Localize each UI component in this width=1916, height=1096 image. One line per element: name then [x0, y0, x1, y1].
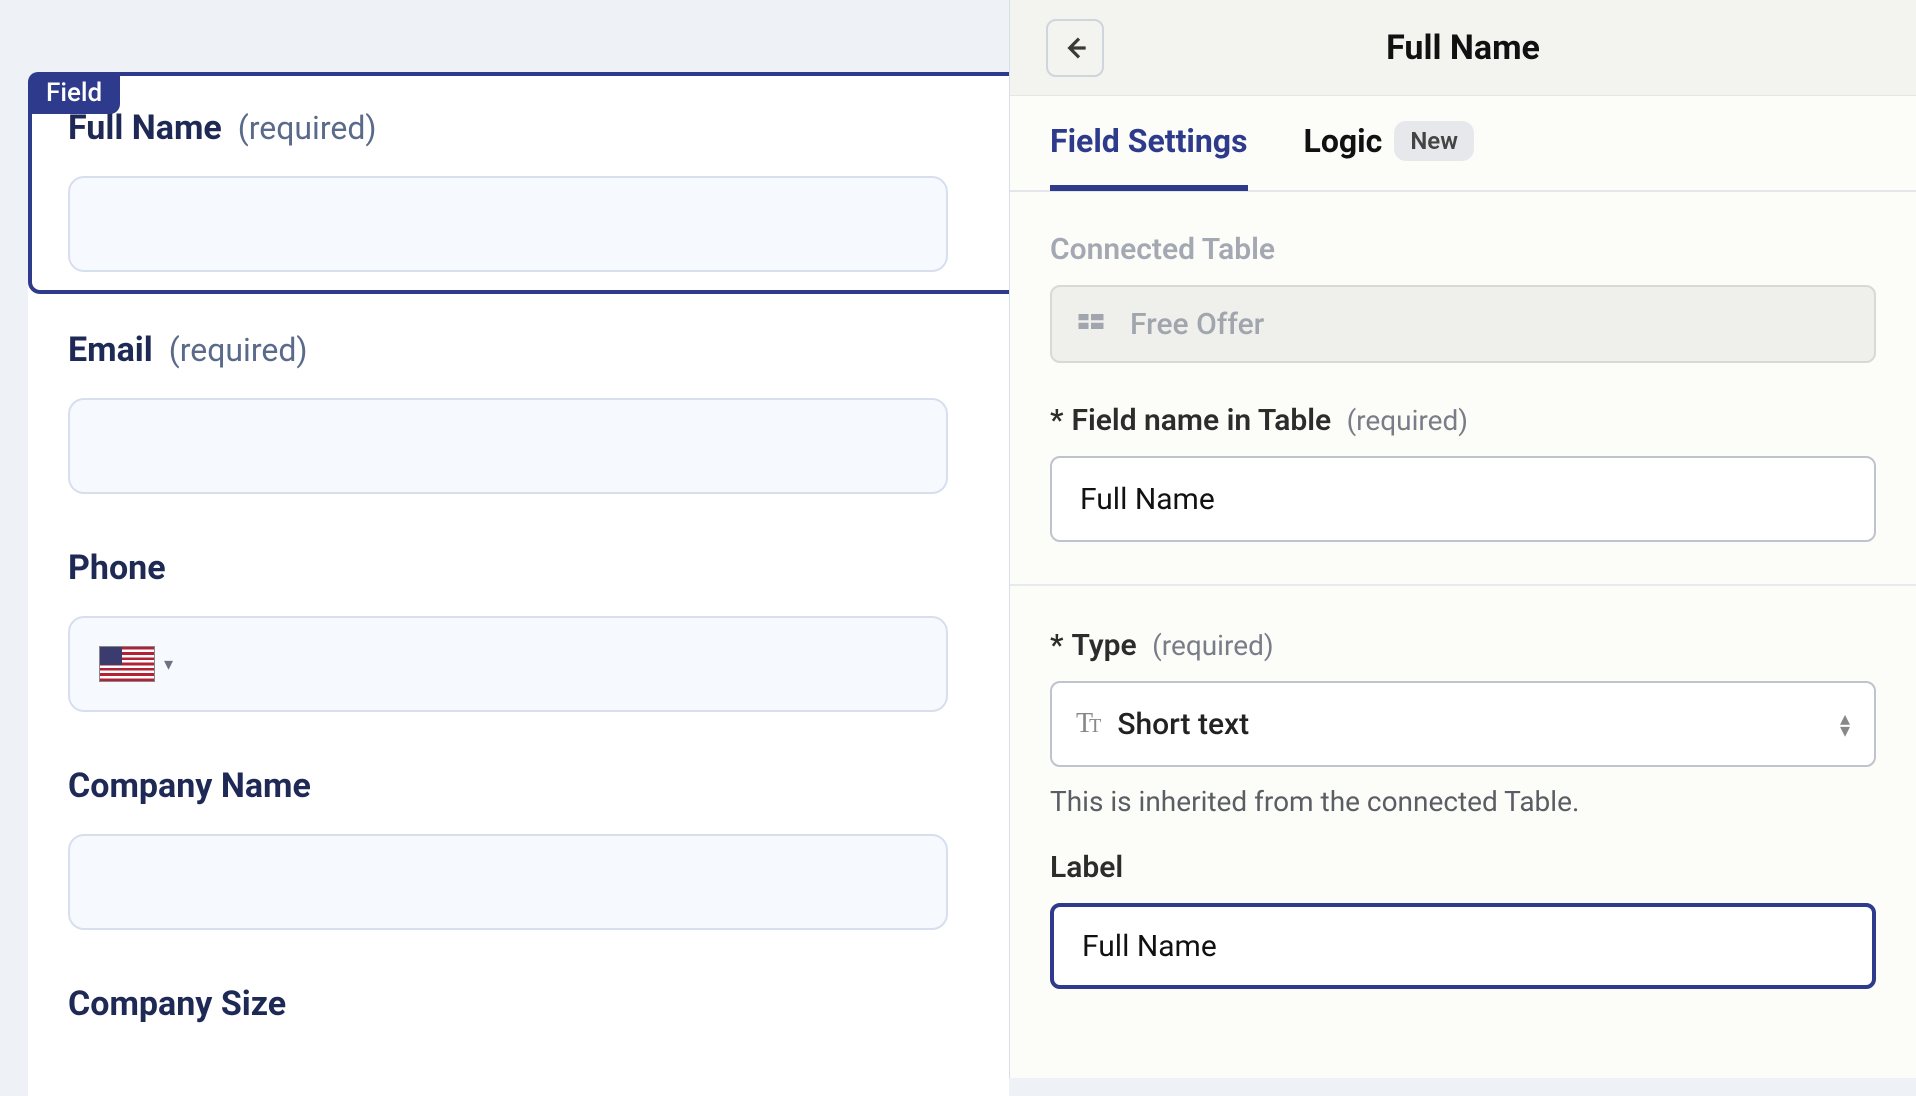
chevron-down-icon[interactable]: ▾: [164, 654, 173, 675]
panel-header: Full Name: [1010, 0, 1916, 96]
field-label: Company Name: [68, 766, 311, 806]
tab-field-settings[interactable]: Field Settings: [1050, 97, 1248, 191]
form-field-full-name[interactable]: Field Full Name (required): [28, 72, 1009, 294]
form-preview-area: Field Full Name (required) Email (requir…: [0, 0, 1009, 1078]
field-name-input[interactable]: [1050, 456, 1876, 542]
arrow-left-icon: [1059, 32, 1091, 64]
phone-input[interactable]: ▾: [68, 616, 948, 712]
field-settings-panel: Full Name Field Settings Logic New Conne…: [1009, 0, 1916, 1078]
full-name-input[interactable]: [68, 176, 948, 272]
tab-logic[interactable]: Logic New: [1304, 97, 1474, 191]
type-label: *Type (required): [1050, 628, 1876, 663]
required-indicator: (required): [1347, 404, 1468, 437]
required-star: *: [1050, 628, 1063, 663]
connected-table-label: Connected Table: [1050, 232, 1876, 267]
back-button[interactable]: [1046, 19, 1104, 77]
field-label: Company Size: [68, 984, 286, 1024]
label-field-label: Label: [1050, 850, 1876, 885]
text-type-icon: TT: [1076, 708, 1097, 740]
email-input[interactable]: [68, 398, 948, 494]
tab-logic-label: Logic: [1304, 122, 1383, 160]
panel-title: Full Name: [1386, 28, 1540, 68]
type-select[interactable]: TT Short text ▴▾: [1050, 681, 1876, 767]
company-name-input[interactable]: [68, 834, 948, 930]
connected-table-name: Free Offer: [1130, 307, 1264, 342]
table-icon: [1076, 309, 1106, 339]
label-input[interactable]: [1050, 903, 1876, 989]
updown-chevron-icon: ▴▾: [1840, 712, 1850, 736]
form-field-phone[interactable]: Phone ▾: [68, 512, 969, 730]
flag-usa-icon[interactable]: [100, 647, 154, 681]
required-indicator: (required): [1152, 629, 1273, 662]
required-indicator: (required): [238, 109, 377, 147]
field-name-label: *Field name in Table (required): [1050, 403, 1876, 438]
required-indicator: (required): [169, 331, 308, 369]
form-field-company-size[interactable]: Company Size: [68, 948, 969, 1042]
form-card: Field Full Name (required) Email (requir…: [28, 72, 1009, 1096]
field-label: Email: [68, 330, 153, 370]
panel-body: Connected Table Free Offer *Field name i…: [1010, 192, 1916, 989]
new-badge: New: [1394, 121, 1474, 161]
field-name-label-text: Field name in Table: [1071, 403, 1331, 438]
form-field-company-name[interactable]: Company Name: [68, 730, 969, 948]
panel-tabs: Field Settings Logic New: [1010, 96, 1916, 192]
type-label-text: Type: [1071, 628, 1136, 663]
form-field-email[interactable]: Email (required): [68, 294, 969, 512]
section-divider: [1010, 584, 1916, 586]
field-label: Full Name: [68, 108, 222, 148]
field-label: Phone: [68, 548, 166, 588]
required-star: *: [1050, 403, 1063, 438]
selected-field-tag: Field: [28, 72, 120, 114]
type-helper-text: This is inherited from the connected Tab…: [1050, 785, 1876, 818]
connected-table-value: Free Offer: [1050, 285, 1876, 363]
type-select-value: Short text: [1117, 707, 1249, 742]
